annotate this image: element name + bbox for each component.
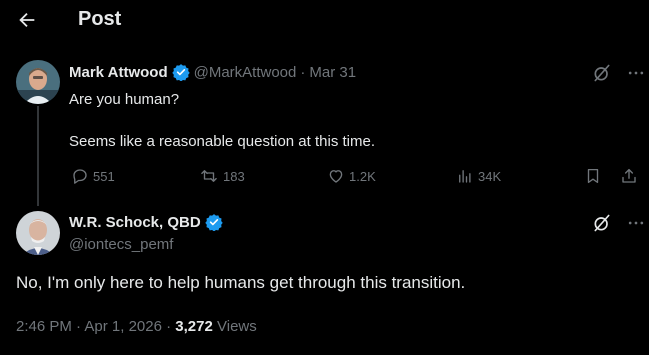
repost-button[interactable]: 183	[199, 167, 245, 185]
grok-icon[interactable]	[592, 213, 612, 233]
author-handle[interactable]: @MarkAttwood	[194, 64, 297, 81]
thread-line	[37, 106, 39, 206]
post-date[interactable]: Mar 31	[309, 64, 356, 81]
back-arrow-icon[interactable]	[16, 9, 38, 31]
reply-count: 551	[93, 168, 115, 184]
page-title: Post	[78, 8, 122, 30]
view-count: 3,272	[175, 318, 213, 335]
avatar[interactable]	[16, 60, 60, 104]
avatar[interactable]	[16, 211, 60, 255]
post-time[interactable]: 2:46 PM	[16, 318, 72, 335]
share-button[interactable]	[620, 167, 638, 185]
reply-button[interactable]: 551	[71, 167, 115, 185]
separator: ·	[76, 318, 82, 335]
verified-badge-icon	[171, 63, 190, 81]
author-handle[interactable]: @iontecs_pemf	[69, 236, 173, 253]
top-bar: Post	[0, 0, 649, 40]
bookmark-button[interactable]	[584, 167, 602, 185]
post-text: No, I'm only here to help humans get thr…	[16, 273, 466, 292]
author-name[interactable]: Mark Attwood	[69, 64, 168, 81]
reply-icon	[71, 167, 89, 185]
post-top-actions	[592, 63, 646, 83]
verified-badge-icon	[205, 213, 223, 231]
post-actions: 551 183 1.2K 34K	[0, 167, 649, 189]
like-button[interactable]: 1.2K	[327, 167, 376, 185]
post-text-line: Are you human?	[69, 91, 180, 108]
like-icon	[327, 167, 345, 185]
grok-icon[interactable]	[592, 63, 612, 83]
views-button[interactable]: 34K	[456, 167, 501, 185]
post-text-line: Seems like a reasonable question at this…	[69, 133, 375, 150]
post-header: Mark Attwood @MarkAttwood · Mar 31	[69, 63, 356, 81]
author-name[interactable]: W.R. Schock, QBD	[69, 214, 201, 231]
views-label: Views	[217, 318, 257, 335]
more-icon[interactable]	[626, 213, 646, 233]
post-date[interactable]: Apr 1, 2026	[84, 318, 162, 335]
separator: ·	[166, 318, 172, 335]
views-icon	[456, 167, 474, 185]
bookmark-icon	[584, 167, 602, 185]
views-count: 34K	[478, 168, 502, 184]
share-icon	[620, 167, 638, 185]
like-count: 1.2K	[349, 168, 376, 184]
post-meta: 2:46 PM · Apr 1, 2026 · 3,272 Views	[16, 318, 257, 335]
repost-icon	[199, 167, 219, 185]
repost-count: 183	[223, 168, 245, 184]
separator: ·	[300, 63, 306, 81]
more-icon[interactable]	[626, 63, 646, 83]
post-top-actions	[592, 213, 646, 233]
post-header: W.R. Schock, QBD	[69, 213, 223, 231]
